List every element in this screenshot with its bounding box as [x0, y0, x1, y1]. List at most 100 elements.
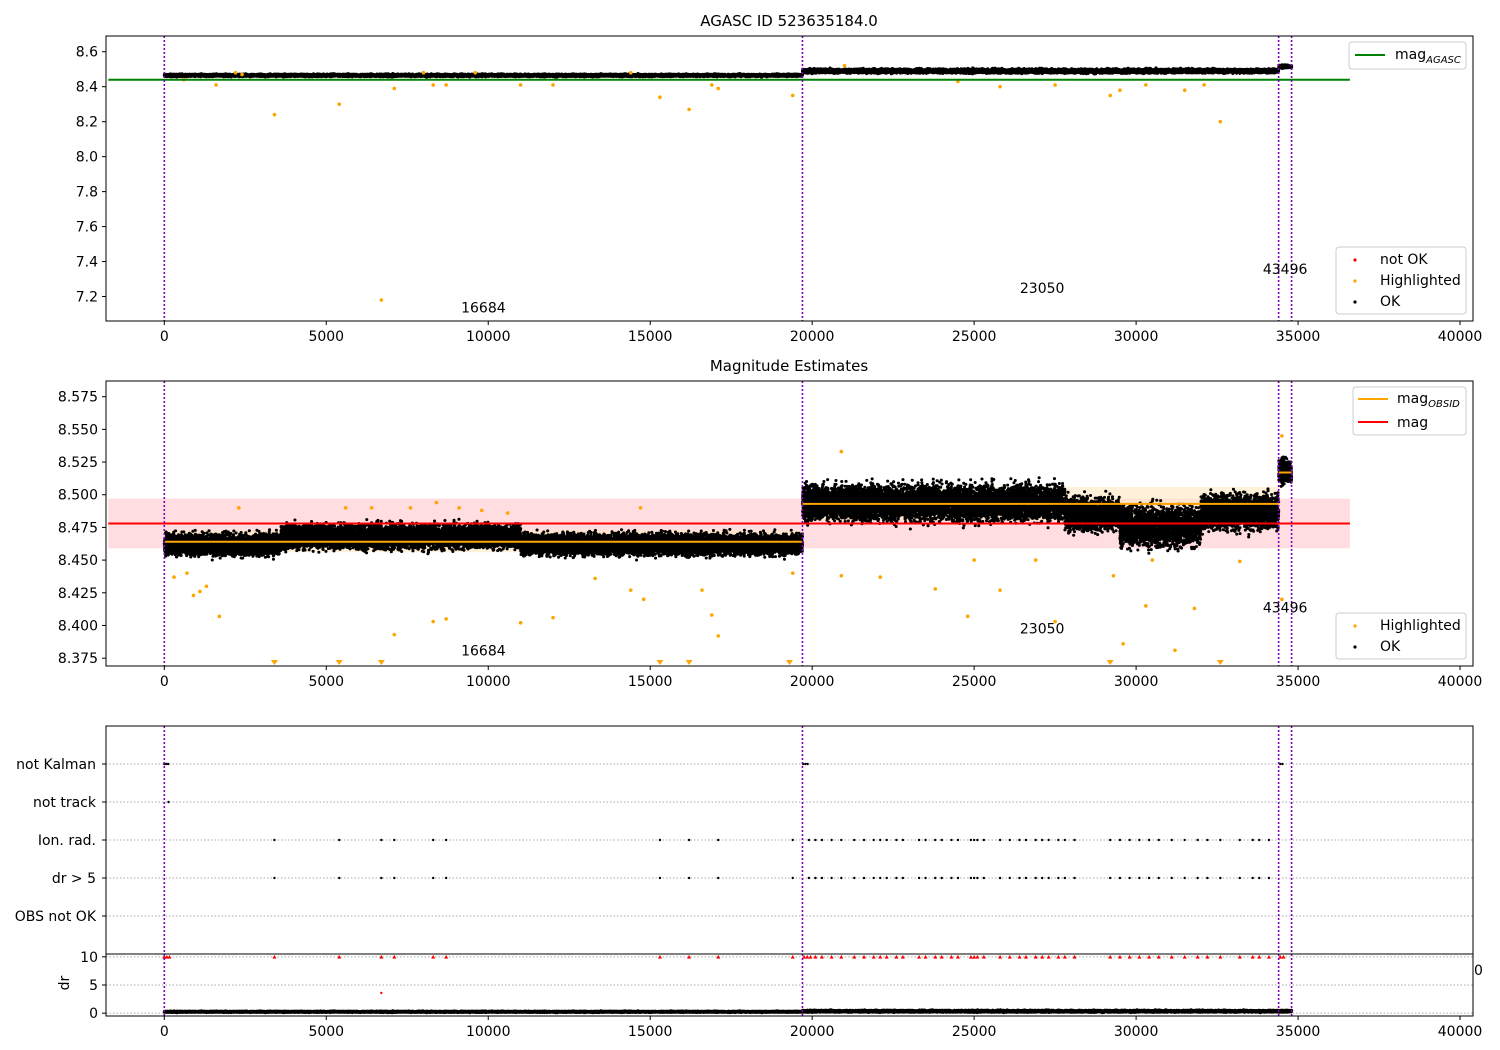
panel-agasc-title: AGASC ID 523635184.0 [700, 12, 878, 30]
legend-highlighted-marker [1353, 279, 1357, 283]
highlighted-point [638, 506, 643, 510]
legend-not-ok-marker [1353, 258, 1357, 262]
flag-point [717, 876, 720, 880]
obsid-label: 23050 [1020, 281, 1065, 297]
panel-agasc-xtick-label: 25000 [952, 329, 997, 345]
panel-dr-ylabel: dr [57, 975, 73, 990]
highlighted-point [1280, 434, 1284, 438]
flag-point [1018, 876, 1021, 880]
flag-point [1138, 876, 1141, 880]
flag-point [969, 876, 973, 880]
flag-point [1073, 838, 1076, 842]
flag-point [934, 838, 937, 842]
flag-point [1258, 876, 1261, 880]
flag-point [940, 876, 943, 880]
highlighted-point [337, 102, 342, 106]
panel-dr-xtick-label: 0 [160, 1024, 169, 1040]
highlighted-point [479, 508, 484, 513]
legend-ok-label: OK [1380, 294, 1401, 310]
flag-point [166, 762, 170, 766]
highlighted-point [998, 84, 1002, 89]
flag-point [998, 838, 1002, 842]
flag-point [885, 838, 888, 842]
flag-point [791, 838, 794, 842]
ok-points-band [1277, 63, 1294, 70]
panel-dr-xtick-label: 30000 [1114, 1024, 1159, 1040]
highlighted-point [518, 83, 523, 87]
obsid-label: 43496 [1263, 262, 1308, 278]
highlighted-point [628, 70, 633, 75]
flag-point [814, 876, 817, 880]
legend-highlighted-label: Highlighted [1380, 618, 1461, 634]
flag-point [830, 876, 833, 880]
flag-point [1170, 838, 1173, 842]
flag-point [956, 876, 960, 880]
highlighted-point [457, 506, 461, 510]
highlighted-point [716, 634, 721, 638]
highlighted-point [933, 587, 938, 591]
flag-point [273, 876, 276, 880]
flag-point [814, 838, 817, 842]
highlighted-point [369, 506, 374, 510]
highlighted-point [185, 571, 189, 575]
highlighted-point [641, 597, 646, 602]
highlighted-point [233, 70, 238, 75]
obsid-label: 16684 [461, 644, 506, 660]
flag-point [1170, 876, 1173, 880]
panel-dr-ytick-label: 10 [80, 950, 98, 966]
panel-magnitude-title: Magnitude Estimates [710, 357, 868, 375]
highlighted-point [790, 571, 795, 575]
flag-point [976, 876, 979, 880]
flag-point [879, 876, 882, 880]
highlighted-point [408, 506, 413, 510]
panel-agasc-ytick-label: 8.0 [76, 150, 98, 166]
highlighted-point [551, 83, 555, 87]
flag-point [1040, 838, 1044, 842]
flag-point [1183, 876, 1186, 880]
flag-point [1018, 838, 1021, 842]
panel-magnitude-xtick-label: 10000 [466, 674, 511, 690]
flag-point [1183, 838, 1186, 842]
highlighted-point [716, 86, 721, 91]
flag-point [1138, 838, 1141, 842]
flag-point [820, 876, 824, 880]
highlighted-point [1218, 119, 1223, 124]
panel-agasc-xtick-label: 35000 [1276, 329, 1321, 345]
panel-magnitude-ytick-label: 8.500 [58, 488, 98, 504]
flag-point [840, 838, 843, 842]
flag-point [1040, 876, 1044, 880]
legend-agasc-line: magAGASC [1348, 41, 1467, 70]
highlighted-point [551, 615, 555, 620]
highlighted-point [1150, 558, 1155, 562]
legend-not-ok-label: not OK [1380, 252, 1428, 268]
flag-point [969, 838, 973, 842]
flag-point [1108, 876, 1112, 880]
flag-point [895, 876, 898, 880]
flag-point [380, 838, 383, 842]
highlighted-point [1237, 559, 1242, 564]
highlighted-point [214, 83, 218, 87]
flag-category-label: not Kalman [16, 757, 96, 773]
panel-magnitude-xtick-label: 15000 [628, 674, 673, 690]
flag-point [431, 838, 435, 842]
legend-highlighted-marker [1353, 624, 1357, 628]
flag-point [1267, 876, 1271, 880]
highlighted-point [1121, 641, 1125, 646]
flag-point [1024, 838, 1028, 842]
flag-point [338, 876, 341, 880]
panel-magnitude-ytick-label: 8.400 [58, 618, 98, 634]
flag-point [1219, 876, 1222, 880]
panel-dr-xtick-label: 20000 [790, 1024, 835, 1040]
highlighted-point [700, 588, 704, 592]
panel-agasc-xtick-label: 40000 [1438, 329, 1483, 345]
flag-point [1118, 876, 1122, 880]
panel-magnitude-xtick-label: 35000 [1276, 674, 1321, 690]
obsid-label: 23050 [1020, 621, 1065, 637]
panel-dr-xtick-label: 10000 [466, 1024, 511, 1040]
flag-point [1157, 838, 1160, 842]
flag-point [1057, 876, 1060, 880]
highlighted-point [505, 511, 510, 515]
flag-point [940, 838, 943, 842]
panel-magnitude-ytick-label: 8.550 [58, 422, 98, 438]
flag-point [658, 838, 662, 842]
